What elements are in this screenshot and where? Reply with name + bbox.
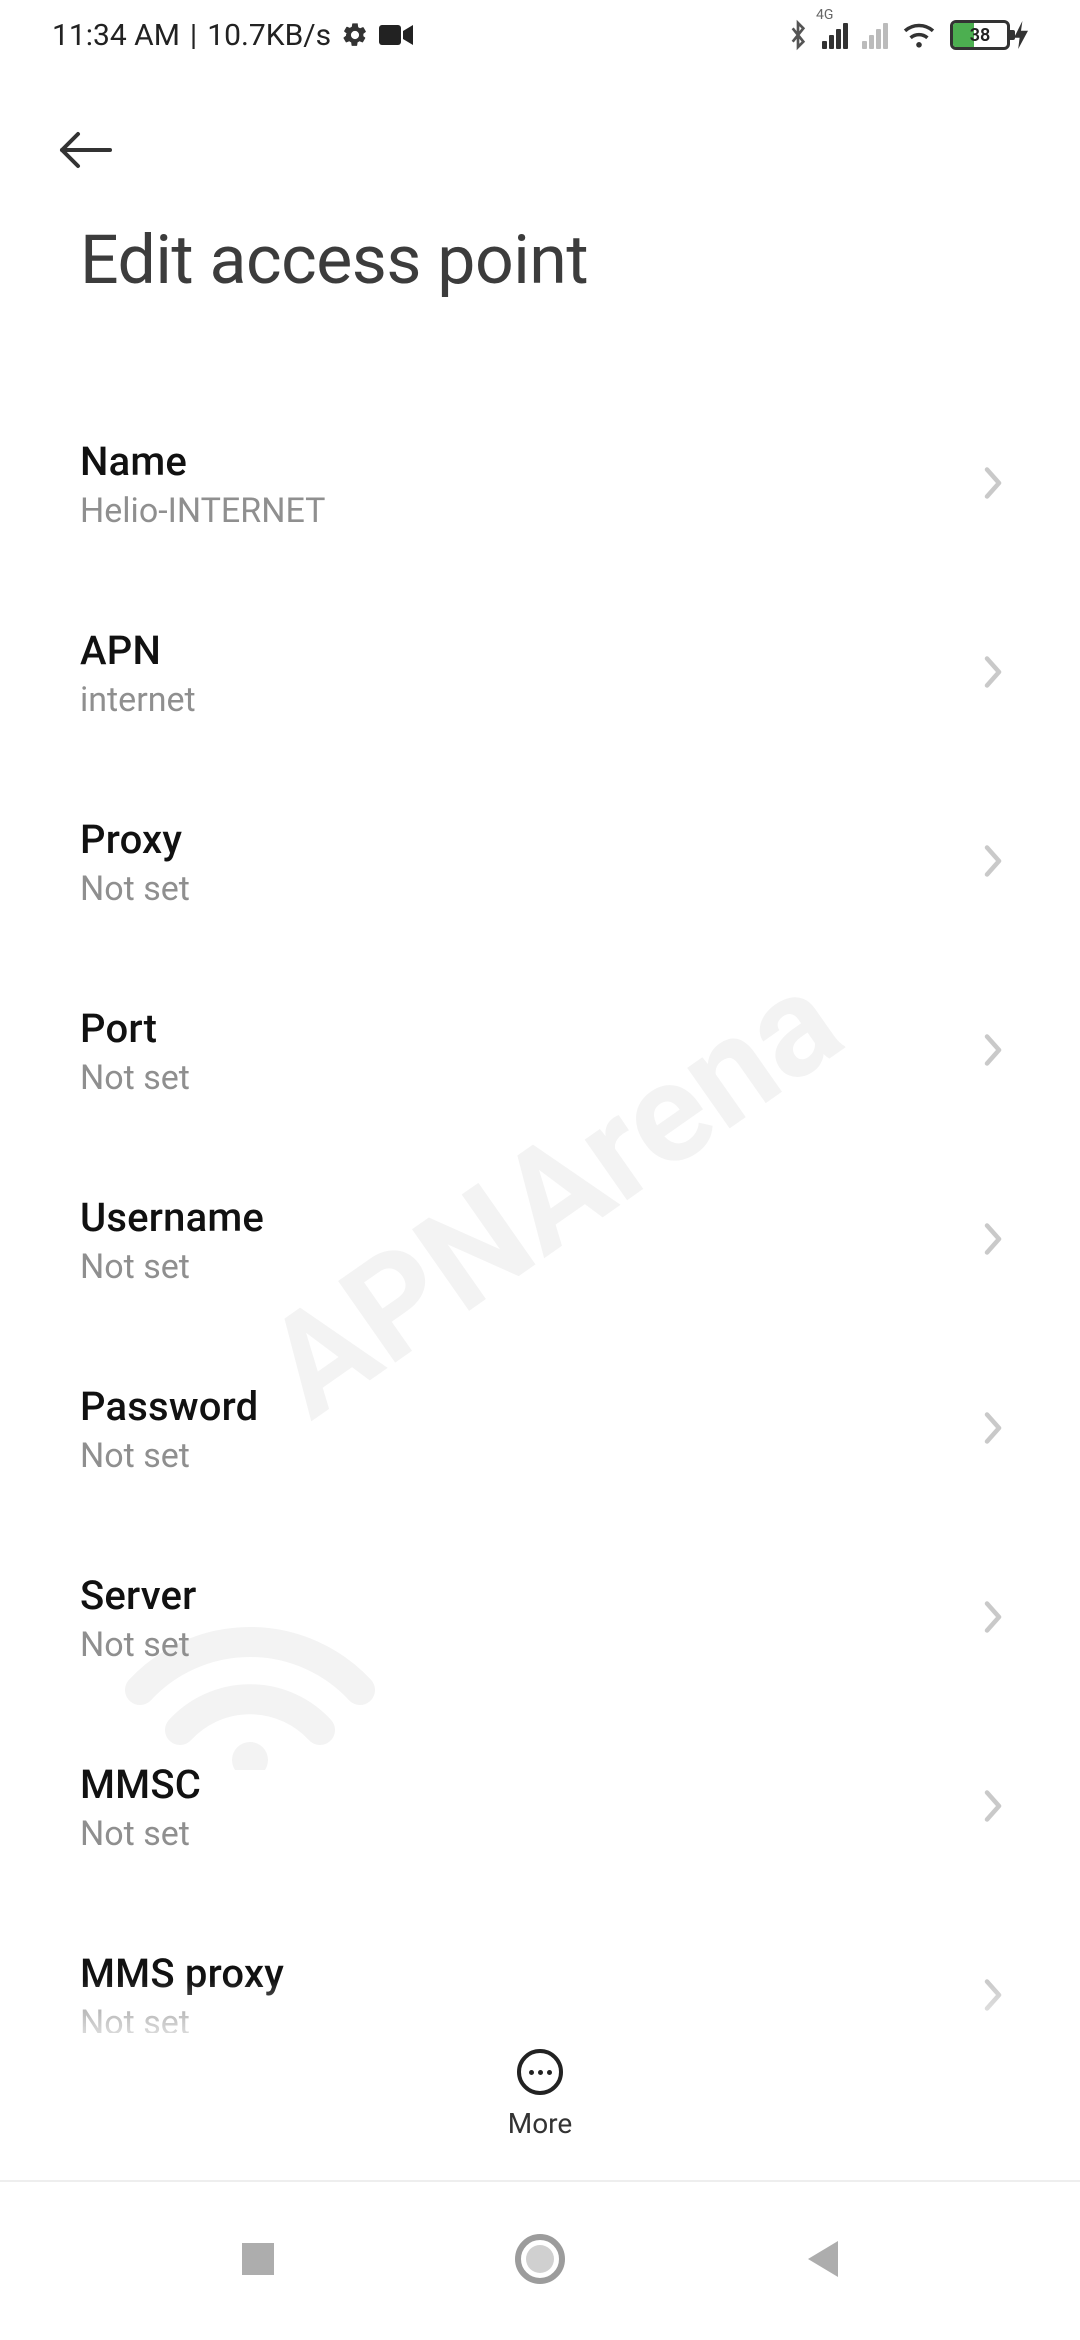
arrow-left-icon [56, 130, 114, 170]
list-item-label: Username [80, 1194, 264, 1241]
network-badge: 4G [816, 7, 833, 23]
chevron-right-icon [982, 1788, 1004, 1828]
list-item-label: Port [80, 1005, 190, 1052]
list-item-name[interactable]: Name Helio-INTERNET [0, 390, 1080, 579]
page-header: Edit access point [0, 70, 1080, 310]
signal-bars-sim2-icon [862, 21, 888, 49]
nav-home-button[interactable] [514, 2233, 566, 2289]
list-item-apn[interactable]: APN internet [0, 579, 1080, 768]
chevron-right-icon [982, 654, 1004, 694]
nav-recent-button[interactable] [238, 2239, 278, 2283]
signal-bars-sim1-icon [822, 21, 848, 49]
list-item-label: Password [80, 1383, 258, 1430]
list-item-label: Name [80, 438, 325, 485]
nav-back-button[interactable] [802, 2237, 842, 2285]
list-item-port[interactable]: Port Not set [0, 957, 1080, 1146]
list-item-value: Not set [80, 1247, 264, 1287]
list-item-label: Proxy [80, 816, 190, 863]
chevron-right-icon [982, 465, 1004, 505]
status-network-speed: 10.7KB/s [207, 18, 331, 53]
status-divider: | [190, 18, 197, 53]
list-item-value: Not set [80, 1625, 197, 1665]
chevron-right-icon [982, 843, 1004, 883]
list-item-server[interactable]: Server Not set [0, 1524, 1080, 1713]
chevron-right-icon [982, 1221, 1004, 1261]
wifi-icon [902, 21, 936, 49]
bluetooth-icon [788, 19, 808, 51]
list-item-mmsc[interactable]: MMSC Not set [0, 1713, 1080, 1902]
status-time: 11:34 AM [52, 18, 180, 53]
list-item-value: internet [80, 680, 196, 720]
more-button[interactable]: More [508, 2049, 573, 2140]
list-item-password[interactable]: Password Not set [0, 1335, 1080, 1524]
charging-bolt-icon [1014, 21, 1028, 49]
chevron-right-icon [982, 1977, 1004, 2017]
list-item-value: Not set [80, 1814, 201, 1854]
battery-icon: 38 [950, 20, 1010, 50]
settings-list: Name Helio-INTERNET APN internet Proxy N… [0, 310, 1080, 2091]
list-item-value: Not set [80, 869, 190, 909]
list-item-value: Helio-INTERNET [80, 491, 325, 531]
video-camera-icon [379, 23, 413, 47]
list-item-label: APN [80, 627, 196, 674]
battery-percent: 38 [953, 25, 1007, 46]
chevron-right-icon [982, 1599, 1004, 1639]
more-label: More [508, 2107, 573, 2140]
status-bar: 11:34 AM | 10.7KB/s 4G [0, 0, 1080, 70]
page-title: Edit access point [56, 220, 1024, 300]
square-icon [238, 2239, 278, 2279]
list-item-label: MMSC [80, 1761, 201, 1808]
back-button[interactable] [56, 120, 116, 180]
list-item-value: Not set [80, 1058, 190, 1098]
gear-icon [341, 21, 369, 49]
system-nav-bar [0, 2180, 1080, 2340]
chevron-right-icon [982, 1410, 1004, 1450]
list-item-username[interactable]: Username Not set [0, 1146, 1080, 1335]
list-item-value: Not set [80, 1436, 258, 1476]
triangle-left-icon [802, 2237, 842, 2281]
circle-icon [514, 2233, 566, 2285]
more-horizontal-icon [517, 2049, 563, 2095]
chevron-right-icon [982, 1032, 1004, 1072]
list-item-label: MMS proxy [80, 1950, 284, 1997]
list-item-proxy[interactable]: Proxy Not set [0, 768, 1080, 957]
list-item-label: Server [80, 1572, 197, 1619]
bottom-action-bar: More [0, 2033, 1080, 2140]
